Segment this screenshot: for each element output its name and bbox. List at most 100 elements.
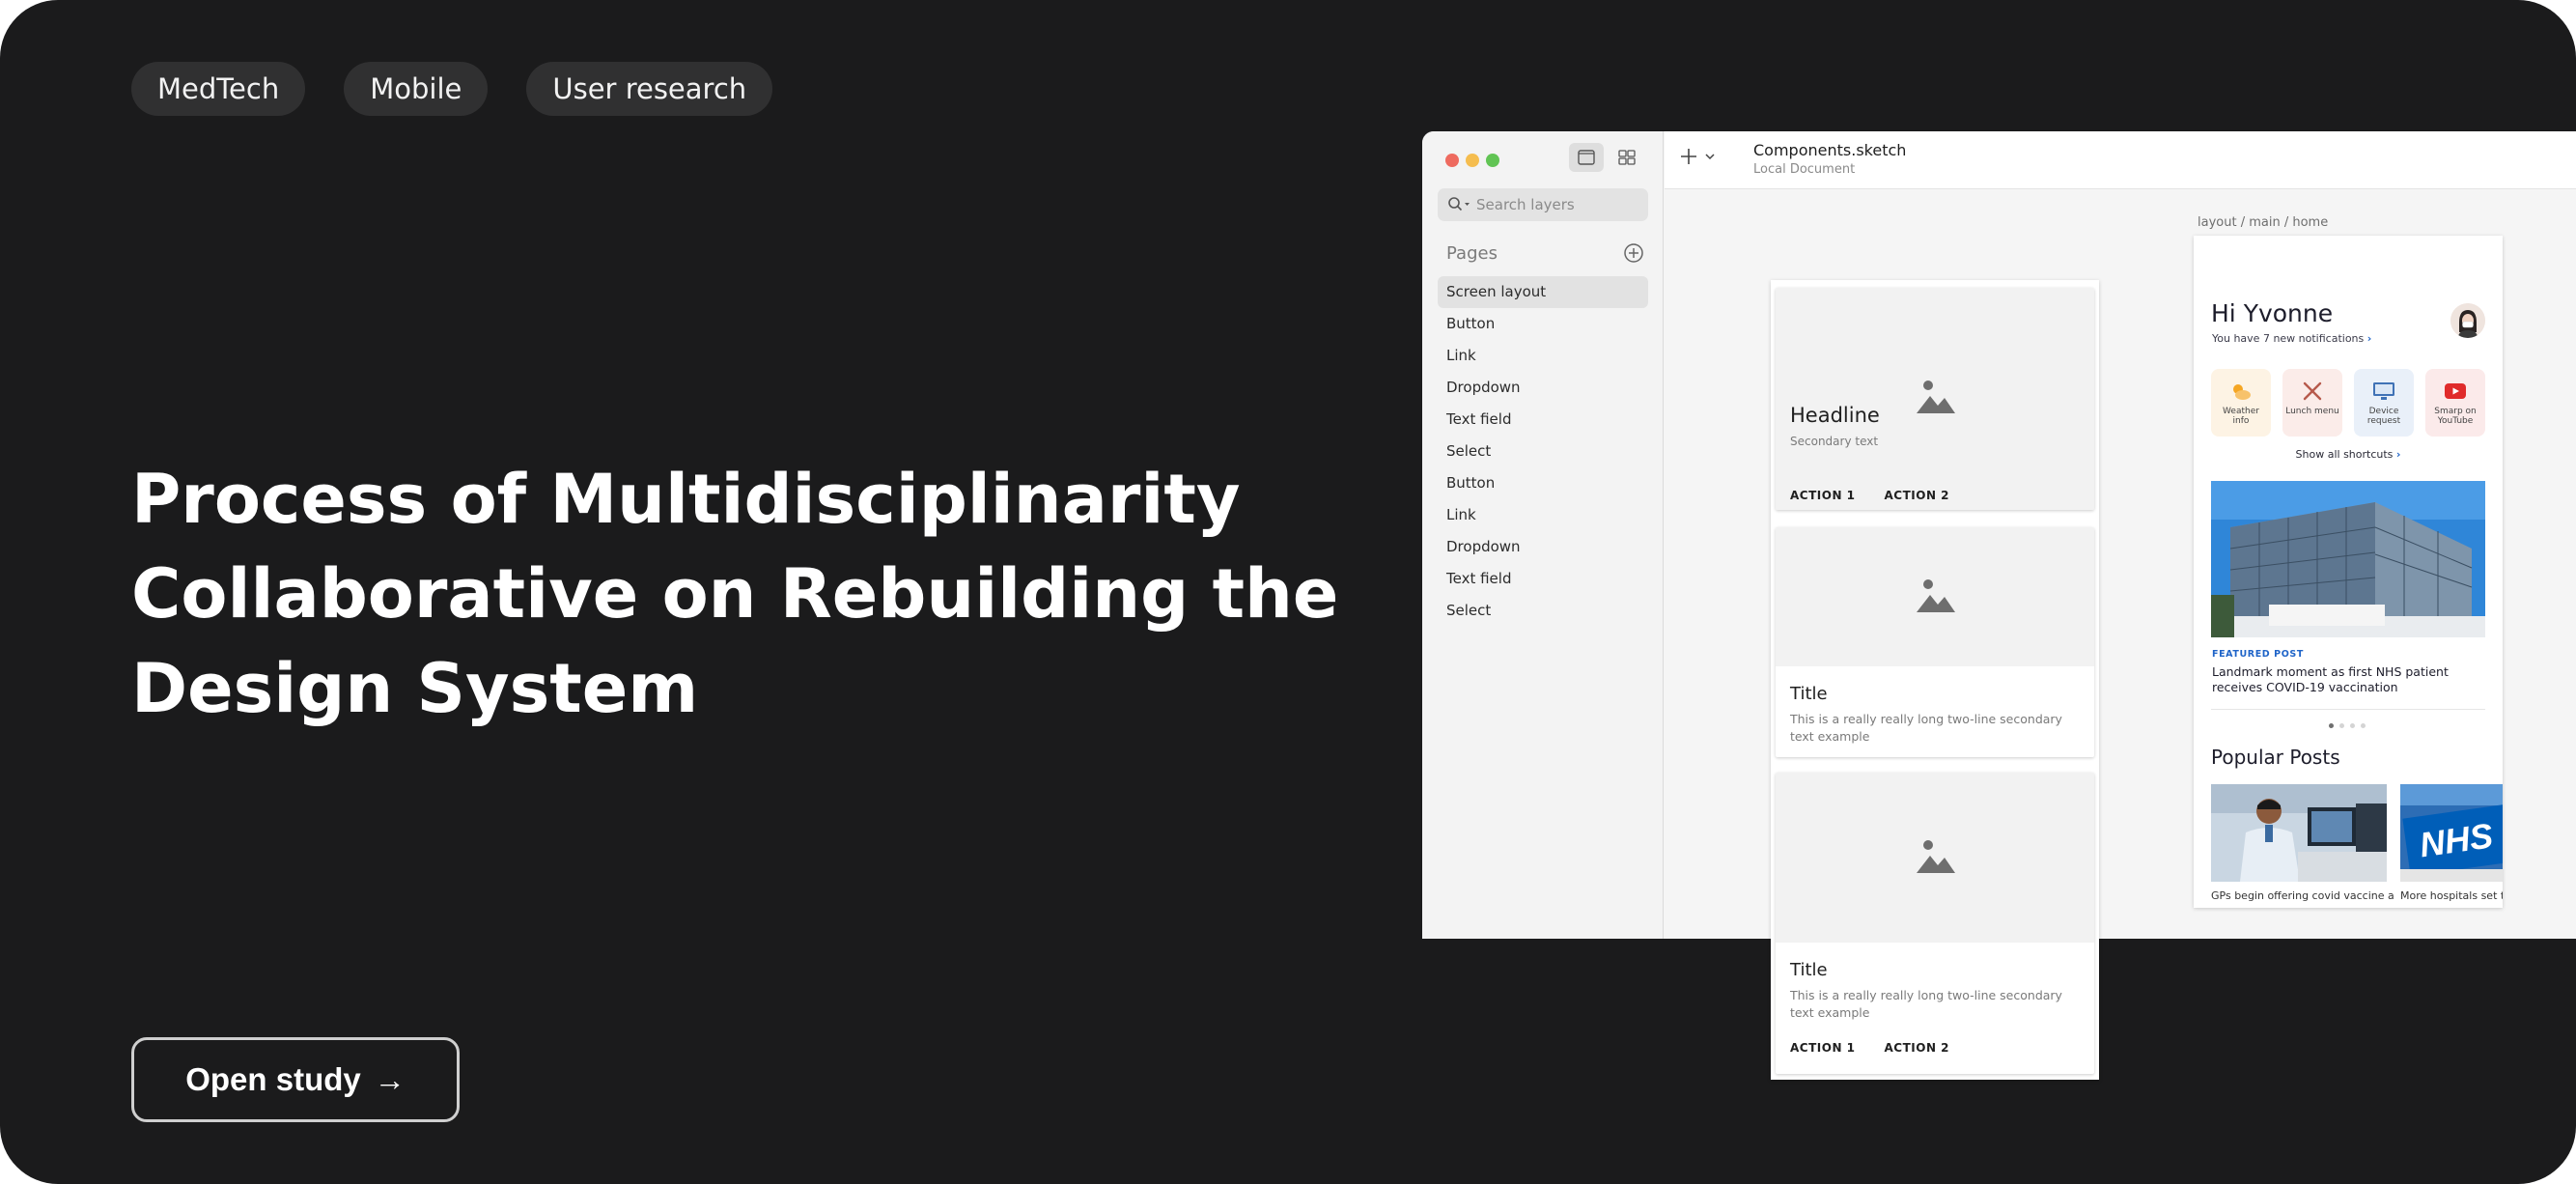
layer-search <box>1438 188 1648 221</box>
featured-post-title[interactable]: Landmark moment as first NHS patient rec… <box>2212 664 2482 695</box>
monitor-icon <box>2373 382 2394 400</box>
page-item[interactable]: Button <box>1438 467 1648 499</box>
page-item[interactable]: Select <box>1438 436 1648 467</box>
popular-post-title[interactable]: GPs begin offering covid vaccine as <box>2211 889 2394 902</box>
document-toolbar: Components.sketch Local Document 100 <box>1665 131 2576 189</box>
doctor-at-desk-image <box>2211 784 2387 882</box>
tag-mobile[interactable]: Mobile <box>344 62 489 116</box>
home-screen-artboard[interactable]: Hi Yvonne You have 7 new notifications ›… <box>2194 236 2503 908</box>
minimize-window-icon[interactable] <box>1466 154 1479 167</box>
chevron-right-icon: › <box>2395 448 2401 461</box>
open-study-label: Open study <box>185 1061 361 1097</box>
card-actions: ACTION 1 ACTION 2 <box>1790 489 1949 502</box>
layers-sidebar: Pages Screen layout Button Link Dropdown… <box>1422 131 1664 939</box>
shortcut-list: Weather info Lunch menu Device request S… <box>2211 369 2485 437</box>
popular-post-image[interactable] <box>2211 784 2387 882</box>
close-window-icon[interactable] <box>1445 154 1459 167</box>
artboard-label: layout / main / home <box>2198 215 2329 230</box>
maximize-window-icon[interactable] <box>1486 154 1499 167</box>
carousel-dot[interactable] <box>2329 723 2334 728</box>
notifications-text: You have 7 new notifications <box>2212 332 2365 345</box>
shortcut-youtube[interactable]: Smarp on YouTube <box>2425 369 2485 437</box>
page-item[interactable]: Link <box>1438 340 1648 372</box>
youtube-icon <box>2445 383 2466 399</box>
page-list: Screen layout Button Link Dropdown Text … <box>1438 276 1648 627</box>
popular-post-image[interactable]: NHS <box>2400 784 2503 882</box>
study-title-line-3: Design System <box>131 649 699 728</box>
show-all-text: Show all shortcuts <box>2295 448 2394 461</box>
show-all-shortcuts-link[interactable]: Show all shortcuts › <box>2194 448 2503 461</box>
card-title-actions: Title This is a really really long two-l… <box>1776 773 2094 1074</box>
card-title-text: Title <box>1790 960 1828 980</box>
notifications-link[interactable]: You have 7 new notifications › <box>2212 332 2371 345</box>
action-2-button[interactable]: ACTION 2 <box>1885 1041 1950 1055</box>
featured-post-label: FEATURED POST <box>2212 649 2304 660</box>
popular-posts-heading: Popular Posts <box>2211 746 2340 769</box>
image-placeholder-icon <box>1917 381 1955 413</box>
featured-post-image[interactable] <box>2211 481 2485 637</box>
canvas-view-button[interactable] <box>1569 143 1604 172</box>
divider <box>2211 709 2485 710</box>
shortcut-label: Lunch menu <box>2285 407 2339 416</box>
grid-view-icon <box>1618 150 1636 165</box>
avatar[interactable] <box>2450 303 2485 338</box>
tag-list: MedTech Mobile User research <box>131 62 773 116</box>
canvas-view-icon <box>1578 150 1595 165</box>
shortcut-weather[interactable]: Weather info <box>2211 369 2271 437</box>
chevron-down-icon <box>1705 154 1715 160</box>
search-input[interactable] <box>1476 196 1621 213</box>
document-name: Components.sketch <box>1753 141 1907 159</box>
tag-medtech[interactable]: MedTech <box>131 62 306 116</box>
shortcut-lunch[interactable]: Lunch menu <box>2282 369 2342 437</box>
page-item[interactable]: Select <box>1438 595 1648 627</box>
open-study-button[interactable]: Open study → <box>131 1037 460 1122</box>
add-page-icon[interactable] <box>1623 242 1644 264</box>
cutlery-icon <box>2303 381 2322 401</box>
image-placeholder-icon <box>1917 579 1955 612</box>
carousel-pagination <box>2329 723 2366 728</box>
action-1-button[interactable]: ACTION 1 <box>1790 489 1856 502</box>
shortcut-label: Device request <box>2366 407 2401 426</box>
tag-user-research[interactable]: User research <box>526 62 773 116</box>
document-location: Local Document <box>1753 162 1856 177</box>
insert-button[interactable] <box>1678 146 1717 167</box>
page-item[interactable]: Text field <box>1438 404 1648 436</box>
page-item[interactable]: Button <box>1438 308 1648 340</box>
search-icon <box>1448 197 1470 211</box>
hospital-building-image <box>2211 481 2485 637</box>
user-avatar-icon <box>2450 303 2485 338</box>
pages-header: Pages <box>1446 236 1644 270</box>
popular-post-title[interactable]: More hospitals set to <box>2400 889 2503 902</box>
page-item[interactable]: Screen layout <box>1438 276 1648 308</box>
arrow-right-icon: → <box>374 1061 406 1097</box>
card-secondary-text: Secondary text <box>1790 435 1879 448</box>
nhs-sign-image: NHS <box>2400 784 2503 882</box>
image-placeholder-icon <box>1917 840 1955 873</box>
carousel-dot[interactable] <box>2361 723 2366 728</box>
weather-icon <box>2233 384 2251 400</box>
pages-title: Pages <box>1446 242 1498 264</box>
card-actions: ACTION 1 ACTION 2 <box>1790 1041 1949 1055</box>
study-title: Process of Multidisciplinarity Collabora… <box>131 452 1386 736</box>
card-body-text: This is a really really long two-line se… <box>1790 712 2062 744</box>
page-item[interactable]: Dropdown <box>1438 372 1648 404</box>
action-2-button[interactable]: ACTION 2 <box>1885 489 1950 502</box>
window-controls <box>1445 154 1499 167</box>
plus-icon <box>1681 149 1696 164</box>
page-item[interactable]: Link <box>1438 499 1648 531</box>
study-title-line-1: Process of Multidisciplinarity <box>131 460 1241 539</box>
chevron-right-icon: › <box>2366 332 2372 345</box>
shortcut-label: Smarp on YouTube <box>2434 407 2477 426</box>
page-item[interactable]: Dropdown <box>1438 531 1648 563</box>
shortcut-device[interactable]: Device request <box>2354 369 2414 437</box>
view-toggle <box>1569 143 1644 172</box>
card-components-artboard[interactable]: Headline Secondary text ACTION 1 ACTION … <box>1771 280 2099 1080</box>
card-title-text: Title <box>1790 684 1828 704</box>
grid-view-button[interactable] <box>1610 143 1644 172</box>
page-item[interactable]: Text field <box>1438 563 1648 595</box>
shortcut-label: Weather info <box>2223 407 2259 426</box>
carousel-dot[interactable] <box>2350 723 2355 728</box>
carousel-dot[interactable] <box>2339 723 2344 728</box>
greeting: Hi Yvonne <box>2211 299 2334 327</box>
action-1-button[interactable]: ACTION 1 <box>1790 1041 1856 1055</box>
